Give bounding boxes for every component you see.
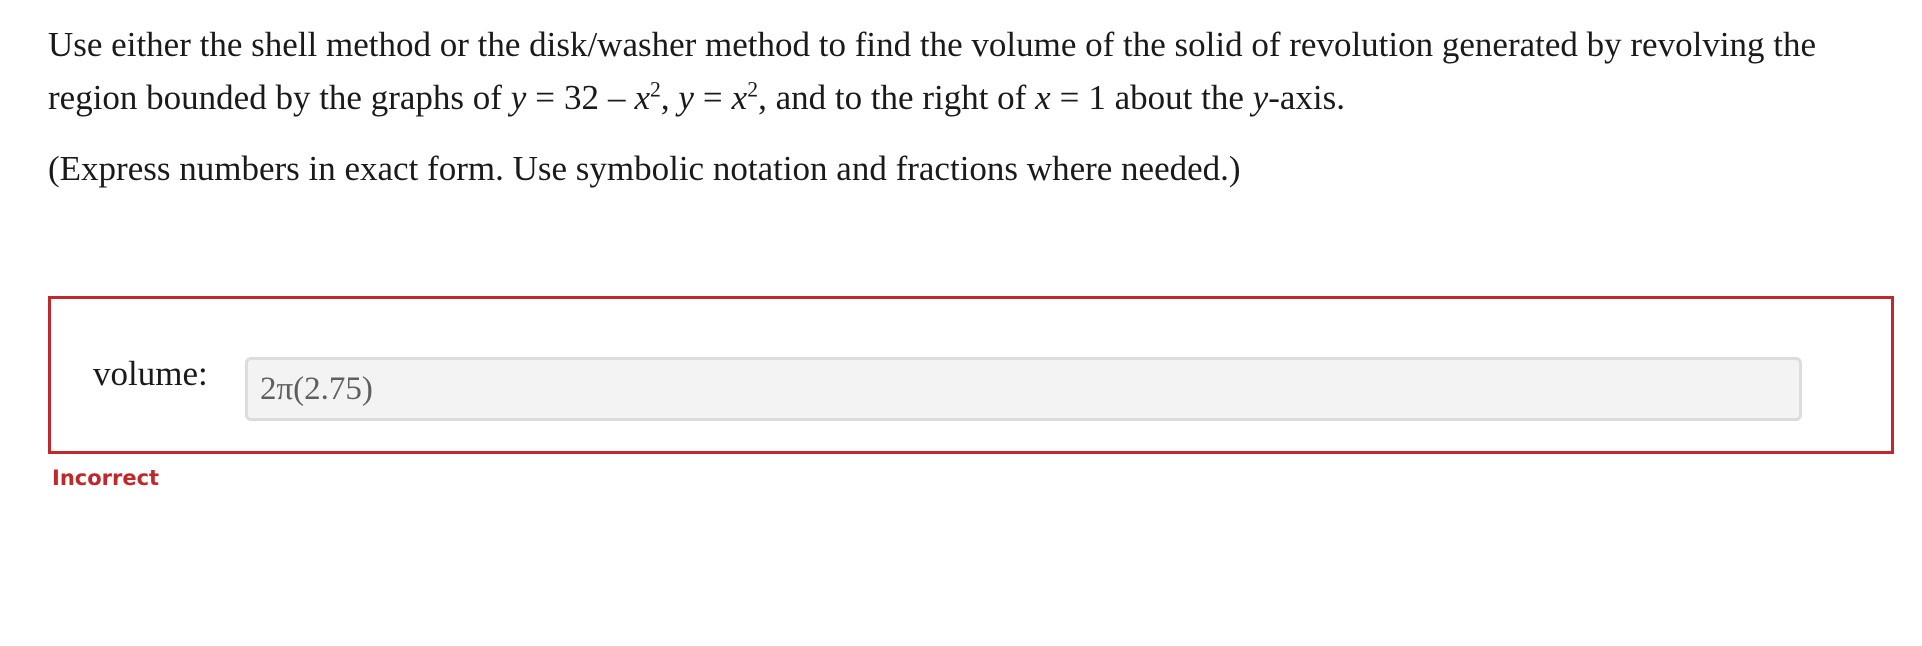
question-line-2-prefix: region bounded by the graphs of [48,78,511,117]
math-x-2: x [731,78,748,117]
math-const-1: 1 [1088,78,1106,117]
math-y-2: y [678,78,694,117]
math-x-1: x [634,78,651,117]
question-note: (Express numbers in exact form. Use symb… [48,149,1241,188]
math-equals-2: = [702,78,723,117]
math-exponent-2: 2 [747,77,759,102]
math-axis-variable: y [1252,78,1269,117]
math-separator: , [660,78,679,117]
math-equals-1: = [535,78,555,117]
math-equals-3: = [1059,78,1080,117]
question-about-text: about the [1105,78,1253,117]
question-axis-suffix: -axis. [1268,78,1346,117]
status-incorrect: Incorrect [52,466,160,490]
question-line-2: region bounded by the graphs of y = 32– x2,… [48,71,1898,124]
math-const-32: 32 [563,78,599,117]
volume-label: volume: [93,354,208,393]
math-y-1: y [510,78,527,117]
question-mid-text: , and to the right of [758,78,1036,117]
volume-input[interactable]: 2π(2.75) [245,357,1802,421]
math-exponent-1: 2 [650,77,661,102]
math-x-3: x [1035,78,1051,117]
math-minus: – [607,78,626,117]
answer-box: volume: 2π(2.75) [48,296,1894,454]
question-text: Use either the shell method or the disk/… [48,18,1898,195]
question-line-1: Use either the shell method or the disk/… [48,25,1817,64]
